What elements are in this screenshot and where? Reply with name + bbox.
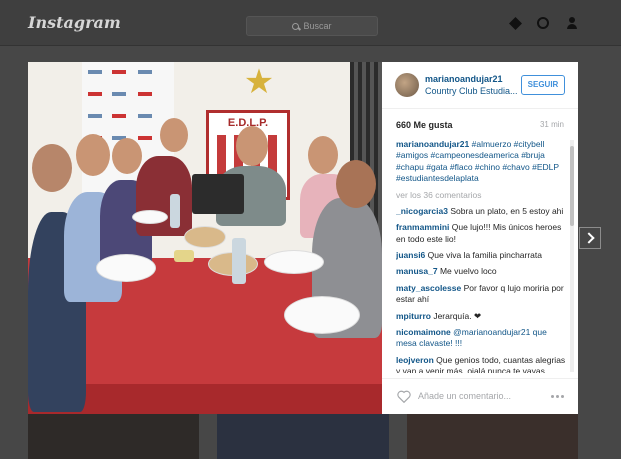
comment: leojveron Que genios todo, cuantas alegr… [396,355,566,373]
comment-text: Me vuelvo loco [439,266,497,277]
post-username[interactable]: marianoandujar21 [425,74,503,84]
comment-user[interactable]: manusa_7 [396,266,438,276]
comment-user[interactable]: mpiturro [396,311,431,321]
post-modal: ★ E.D.L.P. marianoandujar21 Country Club… [28,62,578,414]
photo-person [136,156,192,236]
comment-footer: Añade un comentario... [382,378,578,414]
comment-text: Que viva la familia pincharrata [427,250,543,260]
photo-head [336,160,376,208]
comment-text: Sobra un plato, en 5 estoy ahi [450,205,564,216]
chevron-right-icon [582,232,595,244]
star-icon: ★ [243,63,275,101]
post-location[interactable]: Country Club Estudia... [425,86,517,96]
view-all-comments-link[interactable]: ver los 36 comentarios [396,190,566,201]
comment: juansi6 Que viva la familia pincharrata [396,250,566,261]
photo-head [236,126,268,166]
post-header: marianoandujar21 Country Club Estudia...… [382,62,578,109]
photo-head [308,136,338,174]
comment-user[interactable]: nicomaimone [396,327,451,337]
comment-user[interactable]: juansi6 [396,250,425,260]
photo-plate [264,250,324,274]
search-input[interactable]: Buscar [246,16,378,36]
photo-head [76,134,110,176]
photo-bottle [192,174,244,214]
post-photo[interactable]: ★ E.D.L.P. [28,62,382,414]
photo-bottle [170,194,180,228]
top-nav: Instagram Buscar [0,0,621,46]
photo-bottle [232,238,246,284]
follow-button[interactable]: SEGUIR [521,75,565,95]
photo-head [112,138,142,174]
comment-user[interactable]: leojveron [396,355,434,365]
post-time: 31 min [539,120,564,129]
comment-user[interactable]: maty_ascolesse [396,283,461,293]
explore-icon[interactable] [509,17,522,30]
like-heart-icon[interactable] [397,390,411,403]
photo-plate [284,296,360,334]
comment: maty_ascolesse Por favor q lujo moriria … [396,283,566,306]
profile-icon[interactable] [566,17,578,29]
comment-input[interactable]: Añade un comentario... [418,391,511,401]
photo-plate [96,254,156,282]
comment: franmammini Que lujo!!! Mis únicos heroe… [396,222,566,245]
comment: _nicogarcia3 Sobra un plato, en 5 estoy … [396,206,566,217]
caption: marianoandujar21 #almuerzo #citybell #am… [396,139,566,185]
comments-scrollbar[interactable] [570,140,574,372]
comment: nicomaimone @marianoandujar21 que mesa c… [396,327,566,350]
activity-icon[interactable] [537,17,549,29]
search-icon [292,22,300,30]
comment-text: Jerarquía. ❤ [433,310,482,321]
avatar[interactable] [395,73,419,97]
thumbnail[interactable] [217,414,389,459]
photo-head [32,144,72,192]
comment-user[interactable]: franmammini [396,222,449,232]
photo-plate [184,226,226,248]
photo-bottle [174,250,194,262]
search-placeholder: Buscar [303,21,332,31]
more-options-icon[interactable] [551,395,564,398]
photo-plate [132,210,168,224]
nav-icons [509,17,578,30]
likes-count[interactable]: 660 Me gusta [396,120,453,130]
comment-user[interactable]: _nicogarcia3 [396,206,448,216]
photo-head [160,118,188,152]
comment: manusa_7 Me vuelvo loco [396,266,566,277]
comments-list: marianoandujar21 #almuerzo #citybell #am… [396,139,566,373]
comment: mpiturro Jerarquía. ❤ [396,311,566,322]
next-post-button[interactable] [579,227,601,249]
post-side-panel: marianoandujar21 Country Club Estudia...… [382,62,578,414]
background-thumbnails [28,414,578,459]
thumbnail[interactable] [406,414,578,459]
caption-user[interactable]: marianoandujar21 [396,139,469,149]
thumbnail[interactable] [28,414,200,459]
instagram-logo[interactable]: Instagram [28,13,121,32]
